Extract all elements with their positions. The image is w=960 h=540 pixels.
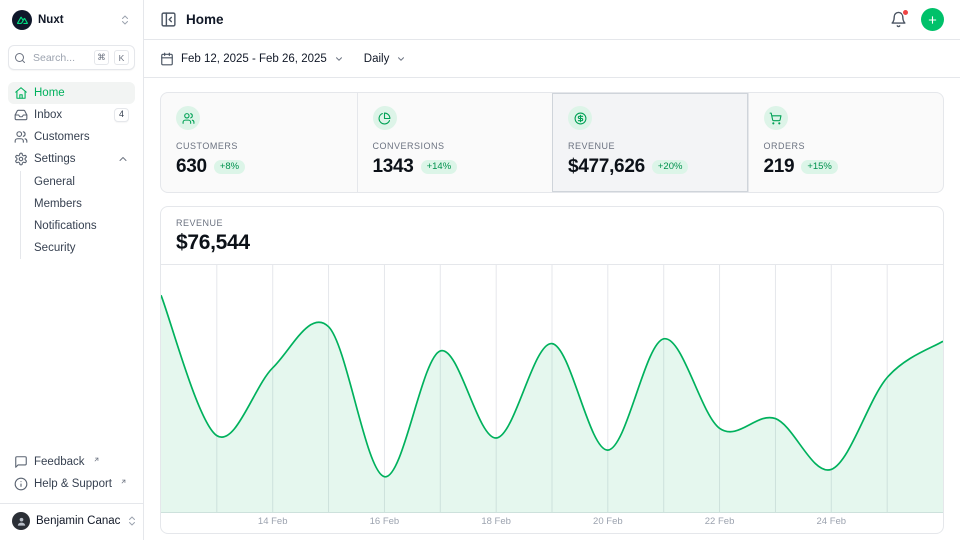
- notification-dot: [902, 9, 909, 16]
- stat-value: 1343: [373, 156, 414, 178]
- stat-card-customers[interactable]: CUSTOMERS 630 +8%: [161, 93, 357, 192]
- sidebar-item-help-support[interactable]: Help & Support: [8, 473, 135, 495]
- sidebar-item-label: Feedback: [34, 456, 85, 468]
- topbar-actions: [890, 8, 944, 31]
- stats-panel: CUSTOMERS 630 +8% CONVERSIONS 1343 +14% REVENU…: [160, 92, 944, 193]
- sidebar-footer-nav: Feedback Help & Support: [8, 451, 135, 495]
- sidebar-item-inbox[interactable]: Inbox 4: [8, 104, 135, 126]
- notifications-bell-icon[interactable]: [890, 11, 907, 28]
- sidebar-toggle-icon[interactable]: [160, 11, 177, 28]
- workspace-name: Nuxt: [38, 14, 113, 26]
- nuxt-logo-icon: [12, 10, 32, 30]
- date-range-picker[interactable]: Feb 12, 2025 - Feb 26, 2025: [160, 52, 344, 66]
- sidebar-divider: [0, 503, 143, 504]
- stat-delta-badge: +20%: [652, 160, 689, 175]
- sidebar-item-notifications[interactable]: Notifications: [34, 215, 135, 237]
- pie-chart-icon: [373, 106, 397, 130]
- x-axis-tick: 18 Feb: [481, 516, 511, 527]
- stat-card-orders[interactable]: ORDERS 219 +15%: [748, 93, 944, 192]
- app-window: Nuxt ⌘ K Home Inbox 4 Customers Settings Gene…: [0, 0, 960, 540]
- add-button[interactable]: [921, 8, 944, 31]
- unread-count-badge: 4: [114, 108, 129, 122]
- top-bar: Home: [144, 0, 960, 40]
- settings-subnav: GeneralMembersNotificationsSecurity: [20, 171, 135, 259]
- stat-value: $477,626: [568, 156, 645, 178]
- x-axis-tick: 16 Feb: [370, 516, 400, 527]
- filter-toolbar: Feb 12, 2025 - Feb 26, 2025 Daily: [144, 40, 960, 78]
- chart-metric-value: $76,544: [176, 231, 928, 255]
- dollar-circle-icon: [568, 106, 592, 130]
- x-axis-tick: 22 Feb: [705, 516, 735, 527]
- sidebar-item-settings[interactable]: Settings: [8, 148, 135, 170]
- chart-metric-label: REVENUE: [176, 218, 928, 228]
- workspace-switcher[interactable]: Nuxt: [8, 8, 135, 32]
- chevron-down-icon: [334, 54, 344, 64]
- search-input[interactable]: [31, 51, 89, 65]
- search-box[interactable]: ⌘ K: [8, 45, 135, 70]
- kbd-k: K: [114, 50, 129, 65]
- chevron-down-icon: [396, 54, 406, 64]
- x-axis-tick: 14 Feb: [258, 516, 288, 527]
- stat-label: ORDERS: [764, 141, 929, 151]
- sidebar-item-label: Settings: [34, 153, 111, 165]
- sidebar: Nuxt ⌘ K Home Inbox 4 Customers Settings Gene…: [0, 0, 144, 540]
- chart-svg: [161, 265, 943, 513]
- stat-label: CUSTOMERS: [176, 141, 342, 151]
- users-icon: [176, 106, 200, 130]
- stat-delta-badge: +15%: [801, 160, 838, 175]
- user-menu[interactable]: Benjamin Canac: [8, 512, 135, 530]
- stat-delta-badge: +14%: [421, 160, 458, 175]
- sidebar-item-customers[interactable]: Customers: [8, 126, 135, 148]
- x-axis-labels: 14 Feb 16 Feb 18 Feb 20 Feb 22 Feb 24 Feb: [161, 513, 943, 532]
- x-axis-tick: 20 Feb: [593, 516, 623, 527]
- sidebar-spacer: [8, 260, 135, 451]
- sidebar-item-feedback[interactable]: Feedback: [8, 451, 135, 473]
- chevrons-up-down-icon: [126, 515, 138, 527]
- sidebar-item-security[interactable]: Security: [34, 237, 135, 259]
- chevrons-up-down-icon: [119, 14, 131, 26]
- sidebar-item-label: Help & Support: [34, 478, 112, 490]
- gear-icon: [14, 152, 28, 166]
- page-title: Home: [186, 12, 224, 27]
- chart-header: REVENUE $76,544: [161, 207, 943, 265]
- users-icon: [14, 130, 28, 144]
- chevron-up-icon: [117, 153, 129, 165]
- home-icon: [14, 86, 28, 100]
- inbox-icon: [14, 108, 28, 122]
- info-icon: [14, 477, 28, 491]
- stat-label: CONVERSIONS: [373, 141, 538, 151]
- stat-value: 630: [176, 156, 207, 178]
- external-arrow-icon: [93, 456, 100, 463]
- period-select[interactable]: Daily: [364, 53, 407, 65]
- user-name: Benjamin Canac: [36, 515, 120, 527]
- sidebar-nav: Home Inbox 4 Customers Settings GeneralMember…: [8, 82, 135, 260]
- external-arrow-icon: [120, 478, 127, 485]
- stat-delta-badge: +8%: [214, 160, 245, 175]
- stat-value: 219: [764, 156, 795, 178]
- revenue-area-chart[interactable]: [161, 265, 943, 513]
- stat-card-revenue[interactable]: REVENUE $477,626 +20%: [552, 93, 748, 192]
- period-label: Daily: [364, 53, 390, 65]
- sidebar-item-members[interactable]: Members: [34, 193, 135, 215]
- main-area: Home Feb 12, 2025 - Feb 26, 2025 Daily: [144, 0, 960, 540]
- sidebar-item-label: Customers: [34, 131, 129, 143]
- avatar: [12, 512, 30, 530]
- sidebar-item-general[interactable]: General: [34, 171, 135, 193]
- sidebar-item-home[interactable]: Home: [8, 82, 135, 104]
- dashboard-content: CUSTOMERS 630 +8% CONVERSIONS 1343 +14% REVENU…: [144, 78, 960, 540]
- sidebar-item-label: Inbox: [34, 109, 108, 121]
- message-icon: [14, 455, 28, 469]
- sidebar-item-label: Home: [34, 87, 129, 99]
- kbd-cmd: ⌘: [94, 50, 109, 65]
- search-icon: [14, 52, 26, 64]
- stat-label: REVENUE: [568, 141, 733, 151]
- cart-icon: [764, 106, 788, 130]
- stat-card-conversions[interactable]: CONVERSIONS 1343 +14%: [357, 93, 553, 192]
- calendar-icon: [160, 52, 174, 66]
- revenue-chart-card: REVENUE $76,544 14 Feb 16 Feb 18 Feb 20 Feb…: [160, 206, 944, 534]
- date-range-label: Feb 12, 2025 - Feb 26, 2025: [181, 53, 327, 65]
- x-axis-tick: 24 Feb: [816, 516, 846, 527]
